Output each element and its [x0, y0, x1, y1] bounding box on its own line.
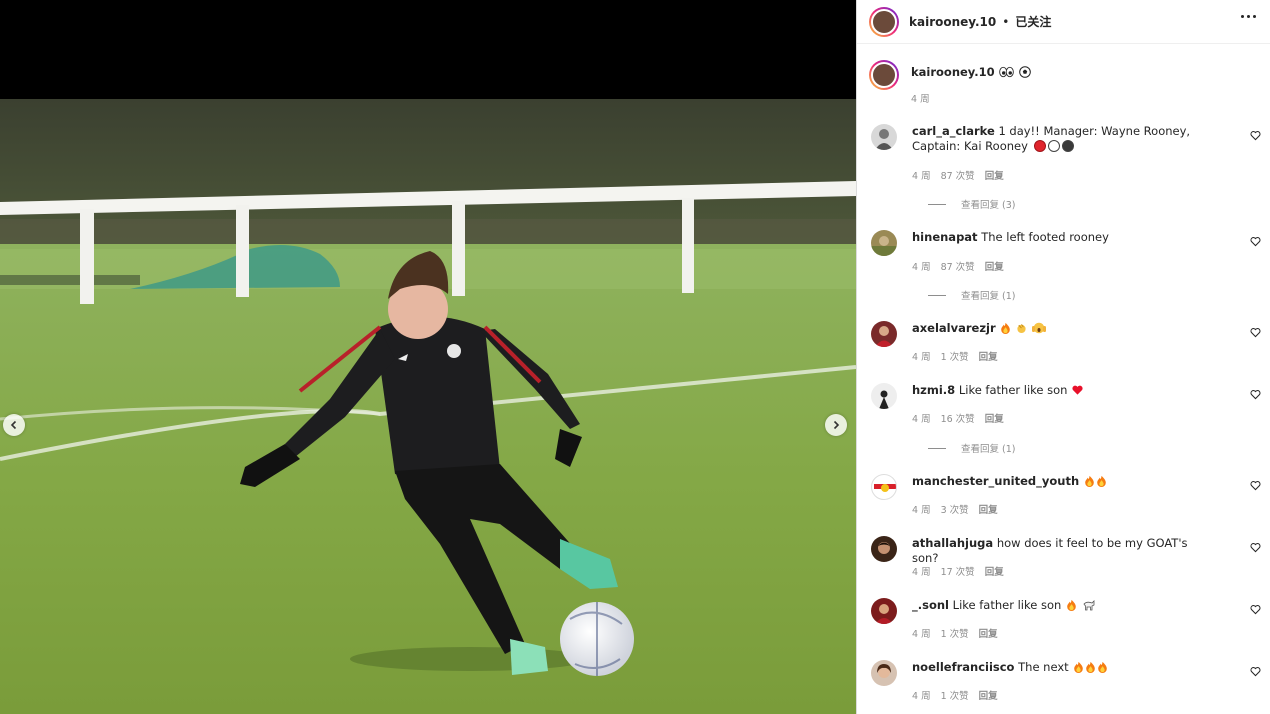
heart-icon[interactable] [1250, 236, 1261, 247]
fire-emoji-icon [1001, 322, 1011, 334]
fire-emoji-icon [1074, 661, 1084, 673]
comment-likes[interactable]: 1 次赞 [941, 629, 969, 640]
black-circle-emoji-icon [1061, 140, 1074, 152]
fire-emoji-icon [1086, 661, 1096, 673]
comment-username[interactable]: athallahjuga [912, 536, 993, 550]
follow-status[interactable]: 已关注 [1015, 13, 1051, 30]
avatar[interactable] [871, 536, 897, 562]
comment-username[interactable]: noellefranciisco [912, 660, 1014, 674]
view-replies-label: 查看回复 (1) [961, 444, 1016, 455]
comments-panel: kairooney.10 • 已关注 kairooney.10 4 周 carl… [856, 0, 1270, 714]
comment-likes[interactable]: 1 次赞 [941, 691, 969, 702]
caption-username[interactable]: kairooney.10 [911, 65, 995, 79]
chevron-left-icon [10, 420, 17, 430]
comment-likes[interactable]: 1 次赞 [941, 352, 969, 363]
heart-icon[interactable] [1250, 604, 1261, 615]
soccer-ball-emoji-icon [1019, 66, 1031, 78]
heart-icon[interactable] [1250, 666, 1261, 677]
fire-emoji-icon [1067, 599, 1076, 611]
more-horizontal-icon[interactable] [1241, 15, 1256, 18]
comment-text: Like father like son [952, 598, 1062, 612]
clap-emoji-icon [1017, 324, 1026, 334]
heart-icon[interactable] [1250, 327, 1261, 338]
view-replies-label: 查看回复 (3) [961, 200, 1016, 211]
comment-username[interactable]: _.sonl [912, 598, 949, 612]
fire-emoji-icon [1097, 475, 1106, 487]
reply-button[interactable]: 回复 [979, 629, 998, 640]
fire-emoji-icon [1098, 661, 1108, 673]
scream-emoji-icon [1031, 322, 1046, 334]
comment-time: 4 周 [912, 691, 931, 702]
carousel-next-button[interactable] [825, 414, 847, 436]
post-photo[interactable] [0, 99, 856, 714]
comment-likes[interactable]: 87 次赞 [941, 171, 975, 182]
avatar[interactable] [871, 660, 897, 686]
view-replies-button[interactable]: 查看回复 (1) [928, 288, 1015, 302]
red-circle-emoji-icon [1033, 140, 1046, 152]
comment-username[interactable]: carl_a_clarke [912, 124, 995, 138]
comment-time: 4 周 [912, 414, 931, 425]
comment-time: 4 周 [912, 629, 931, 640]
comment-text: The next [1018, 660, 1069, 674]
reply-button[interactable]: 回复 [985, 567, 1004, 578]
reply-button[interactable]: 回复 [985, 171, 1004, 182]
white-circle-emoji-icon [1047, 140, 1060, 152]
comment-likes[interactable]: 87 次赞 [941, 262, 975, 273]
comment-time: 4 周 [912, 262, 931, 273]
avatar[interactable] [871, 474, 897, 500]
reply-button[interactable]: 回复 [979, 691, 998, 702]
comment-likes[interactable]: 3 次赞 [941, 505, 969, 516]
reply-button[interactable]: 回复 [985, 262, 1004, 273]
heart-icon[interactable] [1250, 480, 1261, 491]
comment-time: 4 周 [912, 505, 931, 516]
avatar[interactable] [871, 124, 897, 150]
comment-likes[interactable]: 16 次赞 [941, 414, 975, 425]
heart-icon[interactable] [1250, 542, 1261, 553]
comment-time: 4 周 [912, 352, 931, 363]
view-replies-button[interactable]: 查看回复 (3) [928, 197, 1015, 211]
avatar[interactable] [871, 598, 897, 624]
caption-time: 4 周 [911, 94, 930, 105]
goat-emoji-icon [1083, 600, 1094, 611]
heart-icon[interactable] [1250, 389, 1261, 400]
chevron-right-icon [833, 420, 840, 430]
avatar[interactable] [869, 6, 899, 37]
comment-text: Like father like son [958, 383, 1068, 397]
view-replies-button[interactable]: 查看回复 (1) [928, 441, 1015, 455]
avatar[interactable] [871, 321, 897, 347]
red-heart-emoji-icon [1072, 385, 1083, 395]
comment-username[interactable]: hzmi.8 [912, 383, 955, 397]
heart-icon[interactable] [1250, 130, 1261, 141]
header-separator: • [1002, 14, 1010, 29]
comment-username[interactable]: manchester_united_youth [912, 474, 1079, 488]
reply-button[interactable]: 回复 [979, 505, 998, 516]
eyes-emoji-icon [999, 66, 1015, 78]
fire-emoji-icon [1085, 475, 1094, 487]
carousel-prev-button[interactable] [3, 414, 25, 436]
comment-likes[interactable]: 17 次赞 [941, 567, 975, 578]
avatar[interactable] [871, 383, 897, 409]
comment-username[interactable]: hinenapat [912, 230, 978, 244]
comment-text: The left footed rooney [981, 230, 1109, 244]
header-username[interactable]: kairooney.10 [909, 15, 996, 29]
reply-button[interactable]: 回复 [979, 352, 998, 363]
comment-time: 4 周 [912, 567, 931, 578]
post-media [0, 0, 856, 714]
post-header: kairooney.10 • 已关注 [857, 0, 1270, 44]
avatar[interactable] [869, 60, 899, 90]
view-replies-label: 查看回复 (1) [961, 291, 1016, 302]
avatar[interactable] [871, 230, 897, 256]
reply-button[interactable]: 回复 [985, 414, 1004, 425]
comment-username[interactable]: axelalvarezjr [912, 321, 996, 335]
comment-time: 4 周 [912, 171, 931, 182]
